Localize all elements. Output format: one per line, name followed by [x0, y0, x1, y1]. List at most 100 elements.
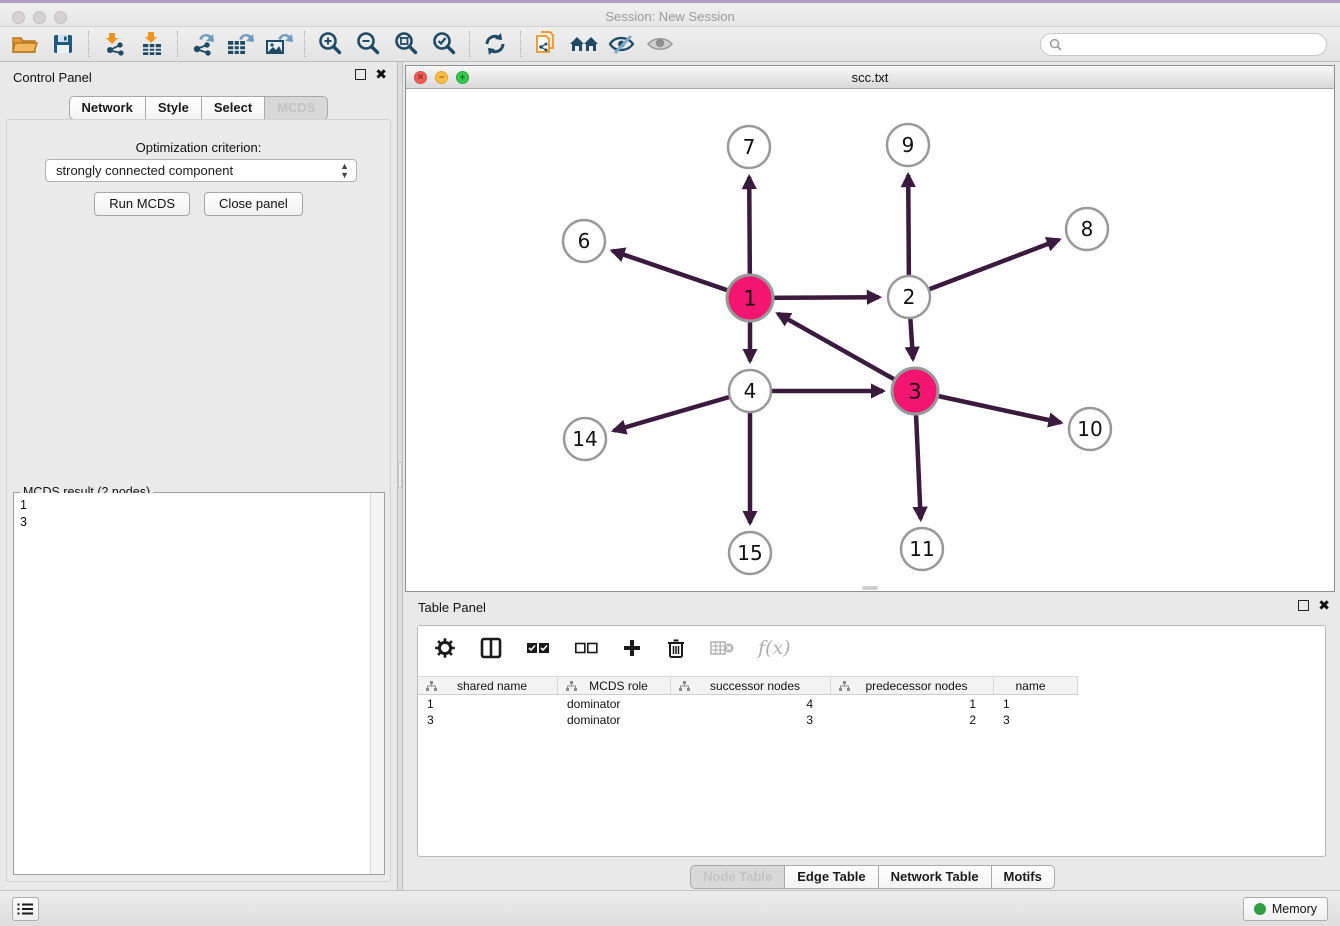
network-graph[interactable]: 1 2 3 4 6 7 8 9 10 11 14 15 [406, 89, 1334, 591]
table-cell[interactable]: 3 [671, 713, 831, 727]
export-table-button[interactable] [222, 29, 260, 59]
deselect-all-columns-button[interactable] [574, 641, 598, 655]
table-cell[interactable]: 3 [418, 713, 558, 727]
float-panel-icon[interactable] [355, 69, 366, 80]
graph-node-6[interactable]: 6 [563, 220, 605, 262]
memory-button[interactable]: Memory [1243, 897, 1328, 921]
search-icon [1049, 38, 1062, 51]
chevron-updown-icon: ▲▼ [340, 162, 349, 180]
graph-node-7[interactable]: 7 [728, 126, 770, 168]
column-header-successor-nodes[interactable]: successor nodes [671, 677, 831, 694]
graph-node-9[interactable]: 9 [887, 124, 929, 166]
column-header-shared-name[interactable]: shared name [418, 677, 558, 694]
window-titlebar: Session: New Session [0, 0, 1340, 27]
run-mcds-button[interactable]: Run MCDS [94, 192, 190, 216]
save-session-button[interactable] [44, 29, 82, 59]
graph-node-10[interactable]: 10 [1069, 408, 1111, 450]
network-canvas[interactable]: 1 2 3 4 6 7 8 9 10 11 14 15 [406, 89, 1334, 591]
table-settings-button[interactable] [434, 637, 456, 659]
select-all-columns-button[interactable] [526, 641, 550, 655]
close-panel-icon[interactable]: ✖ [1318, 600, 1330, 611]
memory-label: Memory [1272, 902, 1317, 916]
home-view-button[interactable] [565, 29, 603, 59]
network-view-window: ✕ − + scc.txt 1 2 3 4 6 7 8 9 10 11 14 15 [405, 65, 1335, 592]
close-panel-button[interactable]: Close panel [204, 192, 303, 216]
column-header-MCDS-role[interactable]: MCDS role [558, 677, 671, 694]
table-cell[interactable]: 1 [994, 697, 1078, 711]
table-cell[interactable]: 3 [994, 713, 1078, 727]
delete-table-button-disabled [710, 640, 734, 656]
create-column-button[interactable] [622, 638, 642, 658]
export-network-button[interactable] [184, 29, 222, 59]
table-cell[interactable]: dominator [558, 697, 671, 711]
zoom-selected-icon [430, 30, 458, 58]
tab-network-table[interactable]: Network Table [879, 865, 992, 889]
table-panel-title: Table Panel [418, 600, 486, 615]
save-icon [51, 32, 75, 56]
panel-splitter[interactable] [397, 62, 403, 890]
result-scrollbar[interactable] [370, 493, 384, 874]
zoom-in-button[interactable] [311, 29, 349, 59]
column-header-name[interactable]: name [994, 677, 1078, 694]
tab-select[interactable]: Select [202, 96, 265, 120]
table-toolbar: f(x) [418, 626, 1325, 670]
graph-node-3[interactable]: 3 [892, 368, 938, 414]
show-eye-button[interactable] [641, 29, 679, 59]
task-history-button[interactable] [12, 897, 39, 921]
graph-edge-2-8[interactable] [909, 240, 1059, 297]
network-window-grip[interactable] [862, 586, 878, 590]
open-file-button[interactable] [6, 29, 44, 59]
tab-motifs[interactable]: Motifs [992, 865, 1055, 889]
svg-text:9: 9 [902, 133, 915, 157]
table-cell[interactable]: 4 [671, 697, 831, 711]
tab-network[interactable]: Network [69, 96, 146, 120]
hide-panels-button[interactable] [603, 29, 641, 59]
zoom-selected-button[interactable] [425, 29, 463, 59]
network-window-titlebar[interactable]: ✕ − + scc.txt [406, 66, 1334, 89]
zoom-fit-button[interactable] [387, 29, 425, 59]
tab-style[interactable]: Style [146, 96, 202, 120]
toolbar-separator [469, 31, 470, 57]
import-table-icon [139, 31, 165, 57]
graph-node-15[interactable]: 15 [729, 532, 771, 574]
zoom-out-button[interactable] [349, 29, 387, 59]
graph-node-2[interactable]: 2 [888, 276, 930, 318]
table-cell[interactable]: dominator [558, 713, 671, 727]
import-network-button[interactable] [95, 29, 133, 59]
float-panel-icon[interactable] [1298, 600, 1309, 611]
graph-node-8[interactable]: 8 [1066, 208, 1108, 250]
delete-column-button[interactable] [666, 637, 686, 659]
table-row[interactable]: 1dominator411 [418, 696, 1325, 712]
svg-text:11: 11 [909, 537, 934, 561]
column-header-predecessor-nodes[interactable]: predecessor nodes [831, 677, 994, 694]
show-columns-button[interactable] [480, 637, 502, 659]
export-network-icon [189, 31, 217, 57]
toolbar-separator [88, 31, 89, 57]
table-cell[interactable]: 2 [831, 713, 994, 727]
import-table-button[interactable] [133, 29, 171, 59]
table-row[interactable]: 3dominator323 [418, 712, 1325, 728]
graph-node-1[interactable]: 1 [727, 275, 773, 321]
tab-mcds[interactable]: MCDS [265, 96, 328, 120]
table-cell[interactable]: 1 [418, 697, 558, 711]
search-input[interactable] [1067, 38, 1326, 52]
search-box [1040, 33, 1327, 56]
graph-node-11[interactable]: 11 [901, 528, 943, 570]
control-panel-tabs: Network Style Select MCDS [0, 96, 397, 120]
gear-icon [434, 637, 456, 659]
tab-edge-table[interactable]: Edge Table [785, 865, 878, 889]
graph-node-4[interactable]: 4 [729, 370, 771, 412]
svg-text:3: 3 [908, 380, 921, 404]
table-cell[interactable]: 1 [831, 697, 994, 711]
export-image-button[interactable] [260, 29, 298, 59]
optimization-criterion-select[interactable]: strongly connected component ▲▼ [45, 159, 357, 182]
svg-text:8: 8 [1081, 217, 1094, 241]
graph-node-14[interactable]: 14 [564, 418, 606, 460]
splitter-handle[interactable] [398, 462, 402, 488]
close-panel-icon[interactable]: ✖ [375, 69, 387, 80]
new-network-from-selection-button[interactable] [527, 29, 565, 59]
mcds-result-list[interactable]: 1 3 [14, 493, 370, 874]
refresh-button[interactable] [476, 29, 514, 59]
tab-node-table[interactable]: Node Table [690, 865, 785, 889]
table-body: 1dominator4113dominator323 [418, 696, 1325, 728]
